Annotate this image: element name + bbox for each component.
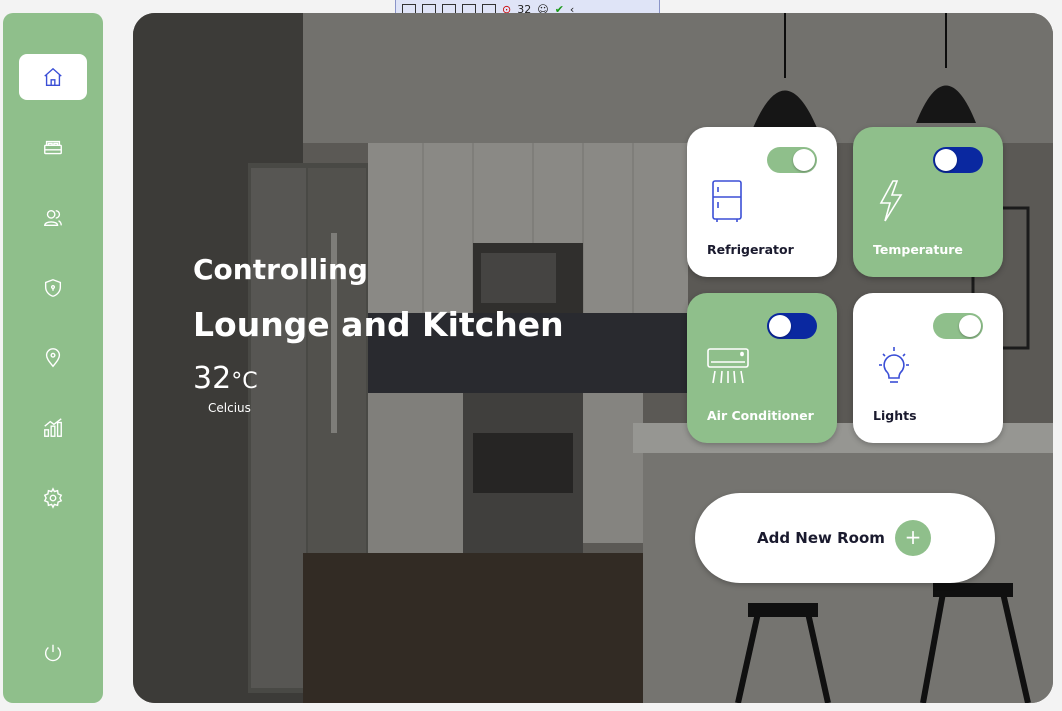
refrigerator-icon [712, 180, 742, 222]
device-card-air-conditioner[interactable]: Air Conditioner [687, 293, 837, 443]
air-conditioner-icon [707, 348, 749, 384]
sidebar-item-bedroom[interactable] [19, 125, 87, 171]
sidebar-item-power[interactable] [19, 630, 87, 676]
chart-icon [44, 418, 62, 437]
room-title: Lounge and Kitchen [193, 305, 564, 344]
add-new-room-label: Add New Room [757, 529, 885, 547]
toggle-knob [793, 149, 815, 171]
location-pin-icon [45, 348, 61, 368]
sidebar-item-security[interactable] [19, 265, 87, 311]
lights-toggle[interactable] [933, 313, 983, 339]
sidebar-item-users[interactable] [19, 195, 87, 241]
toggle-knob [935, 149, 957, 171]
device-card-refrigerator[interactable]: Refrigerator [687, 127, 837, 277]
sidebar-item-home[interactable] [19, 54, 87, 100]
plus-icon[interactable]: + [895, 520, 931, 556]
temperature-caption: Celcius [208, 401, 251, 415]
temperature-readout: 32°C [193, 361, 258, 396]
device-label: Air Conditioner [707, 408, 814, 423]
toggle-knob [769, 315, 791, 337]
temperature-toggle[interactable] [933, 147, 983, 173]
bed-icon [44, 140, 62, 155]
temperature-unit: °C [231, 369, 258, 394]
home-icon [44, 67, 62, 86]
toggle-knob [959, 315, 981, 337]
gear-icon [43, 487, 63, 509]
controlling-label: Controlling [193, 253, 368, 286]
device-label: Lights [873, 408, 917, 423]
device-card-temperature[interactable]: Temperature [853, 127, 1003, 277]
lightbulb-icon [879, 347, 909, 383]
users-icon [44, 209, 62, 227]
sidebar [3, 13, 103, 703]
device-label: Refrigerator [707, 242, 794, 257]
refrigerator-toggle[interactable] [767, 147, 817, 173]
shield-icon [44, 279, 62, 297]
air-conditioner-toggle[interactable] [767, 313, 817, 339]
temperature-value: 32 [193, 361, 232, 396]
device-card-lights[interactable]: Lights [853, 293, 1003, 443]
sidebar-item-statistics[interactable] [19, 405, 87, 451]
lightning-icon [879, 180, 903, 222]
power-icon [44, 644, 62, 662]
sidebar-item-location[interactable] [19, 335, 87, 381]
sidebar-item-settings[interactable] [19, 475, 87, 521]
device-label: Temperature [873, 242, 963, 257]
add-new-room-button[interactable]: Add New Room + [695, 493, 995, 583]
